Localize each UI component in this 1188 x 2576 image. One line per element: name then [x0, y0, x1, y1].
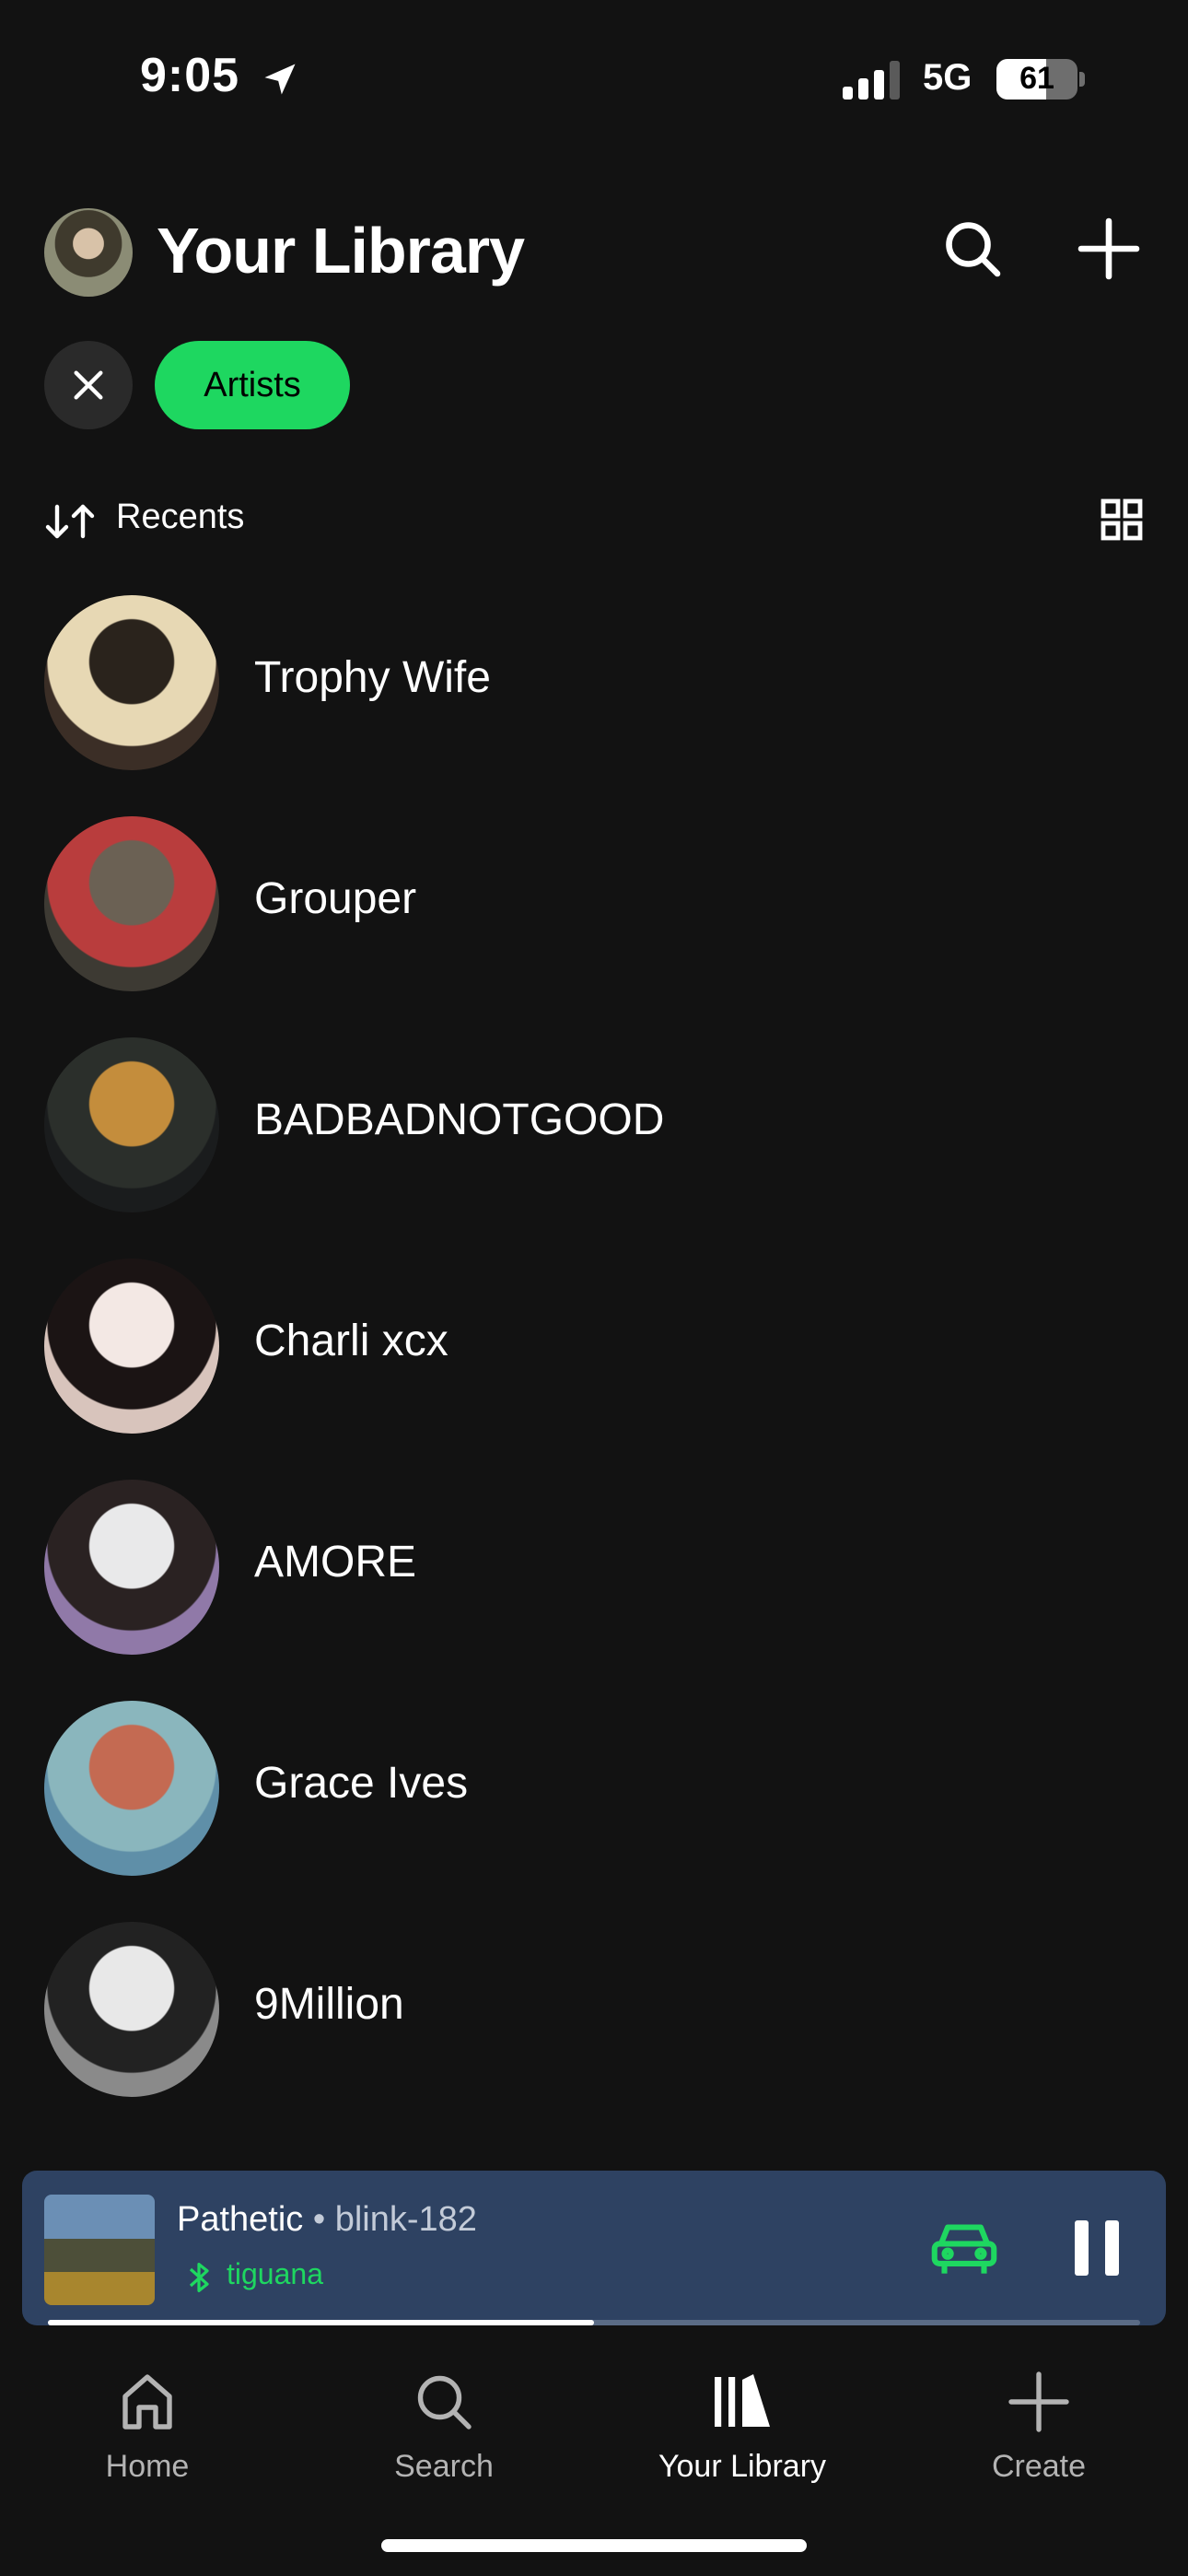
profile-avatar[interactable] [44, 208, 133, 297]
tab-search-label: Search [394, 2449, 494, 2484]
car-icon[interactable] [925, 2207, 1004, 2287]
artist-image [44, 1922, 219, 2097]
artist-row[interactable]: Grouper [0, 811, 1188, 995]
artist-row[interactable]: Grace Ives [0, 1695, 1188, 1879]
library-icon [715, 2374, 770, 2427]
add-icon[interactable] [1076, 216, 1142, 282]
artist-name: BADBADNOTGOOD [254, 1095, 665, 1144]
status-time: 9:05 [140, 49, 240, 102]
artist-image [44, 816, 219, 991]
tab-your-library[interactable]: Your Library [632, 2360, 853, 2485]
artist-name: AMORE [254, 1538, 417, 1587]
artist-name: 9Million [254, 1980, 404, 2029]
album-art [44, 2195, 155, 2305]
battery-tip [1079, 72, 1085, 87]
home-indicator [381, 2539, 807, 2552]
search-icon [417, 2375, 472, 2430]
search-icon[interactable] [939, 216, 1006, 282]
artist-name: Trophy Wife [254, 653, 491, 702]
artist-row[interactable]: AMORE [0, 1474, 1188, 1658]
artist-row[interactable]: Trophy Wife [0, 590, 1188, 774]
tab-search[interactable]: Search [333, 2360, 554, 2485]
artist-image [44, 1037, 219, 1212]
battery-percent: 61 [1019, 61, 1054, 96]
page-title: Your Library [157, 215, 525, 287]
tab-create-label: Create [991, 2449, 1087, 2484]
song-artist: blink-182 [334, 2200, 477, 2239]
artist-row[interactable]: 9Million [0, 1916, 1188, 2101]
connected-device: tiguana [227, 2257, 323, 2290]
artist-row[interactable]: BADBADNOTGOOD [0, 1032, 1188, 1216]
artist-name: Grace Ives [254, 1759, 469, 1808]
sort-arrows-icon[interactable] [44, 503, 96, 540]
status-bar: 9:05 5G 61 [0, 0, 1188, 147]
artist-name: Charli xcx [254, 1317, 448, 1365]
network-type: 5G [923, 57, 973, 98]
song-title: Pathetic [177, 2200, 304, 2239]
bluetooth-icon [189, 2262, 209, 2293]
mini-player[interactable]: Pathetic • blink-182 tiguana [22, 2171, 1166, 2325]
grid-view-icon[interactable] [1100, 498, 1144, 542]
artists-filter-chip[interactable]: Artists [155, 341, 350, 429]
artist-image [44, 1701, 219, 1876]
plus-icon [1008, 2371, 1069, 2432]
pause-icon[interactable] [1072, 2220, 1122, 2276]
playback-progress[interactable] [48, 2320, 1140, 2325]
tab-create[interactable]: Create [928, 2360, 1149, 2485]
battery-icon: 61 [996, 59, 1077, 100]
clear-filter-button[interactable] [44, 341, 133, 429]
artist-name: Grouper [254, 874, 417, 923]
library-header: Your Library Artists [0, 184, 1188, 461]
sort-label[interactable]: Recents [116, 498, 244, 537]
tab-your-library-label: Your Library [658, 2449, 827, 2484]
home-icon [122, 2374, 172, 2430]
artist-image [44, 595, 219, 770]
artist-image [44, 1259, 219, 1434]
tab-home[interactable]: Home [37, 2360, 258, 2485]
separator: • [303, 2200, 335, 2239]
now-playing-text: Pathetic • blink-182 [177, 2200, 477, 2240]
close-icon [74, 370, 103, 400]
sort-bar: Recents [0, 461, 1188, 575]
cellular-signal-icon [843, 61, 900, 100]
location-arrow-icon [264, 64, 296, 95]
artist-image [44, 1480, 219, 1655]
artist-row[interactable]: Charli xcx [0, 1253, 1188, 1437]
tab-home-label: Home [105, 2449, 190, 2484]
